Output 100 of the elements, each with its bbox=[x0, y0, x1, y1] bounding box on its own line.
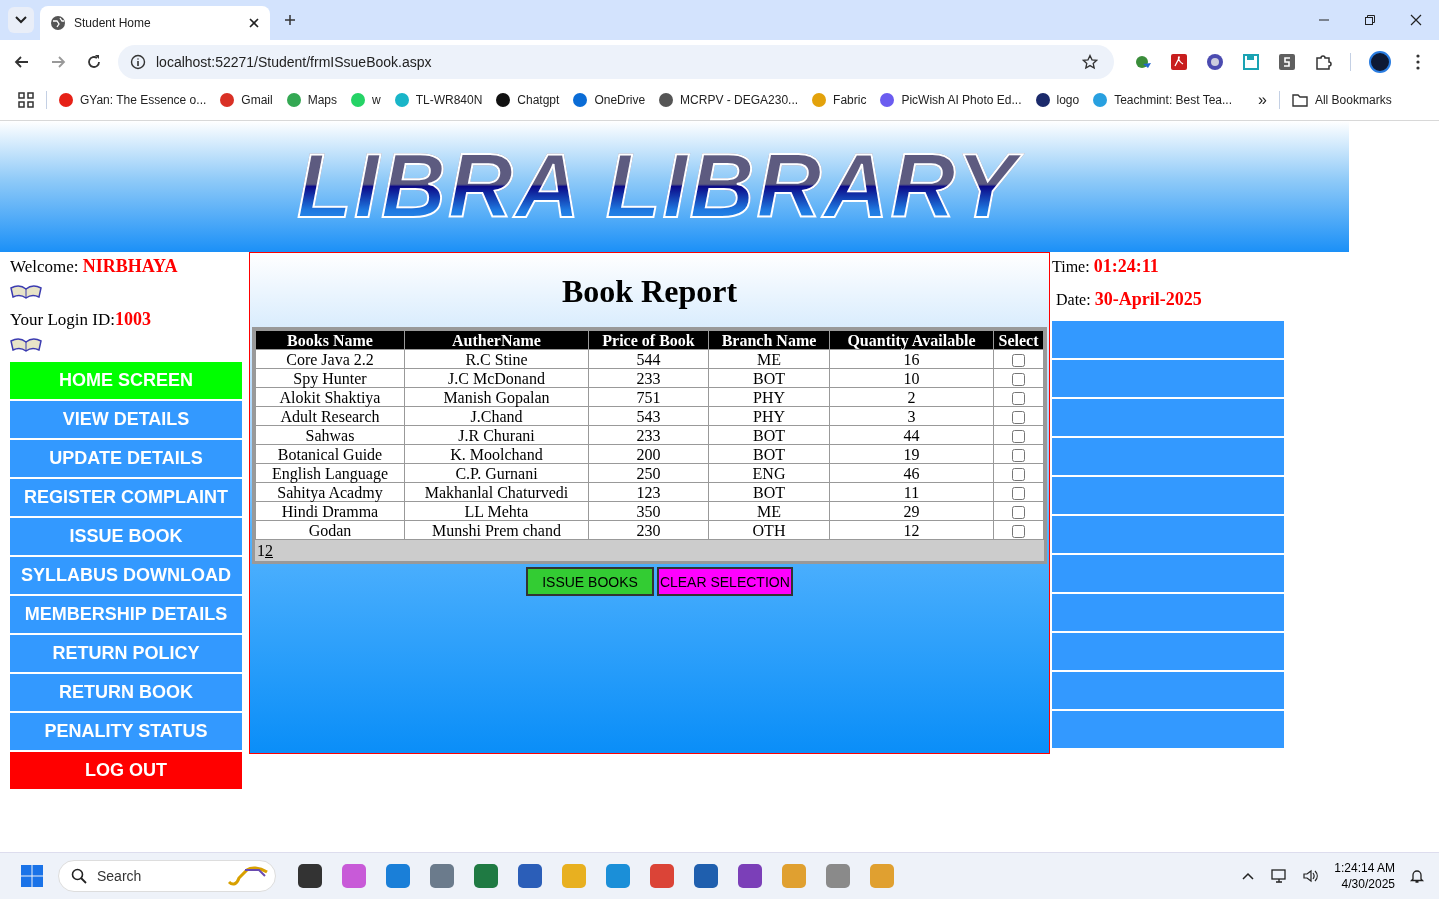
profile-avatar[interactable] bbox=[1369, 51, 1391, 73]
restore-icon[interactable] bbox=[1364, 14, 1376, 26]
site-icon bbox=[812, 93, 827, 107]
close-icon[interactable] bbox=[1410, 14, 1422, 26]
taskbar-clock[interactable]: 1:24:14 AM 4/30/2025 bbox=[1334, 860, 1395, 892]
bookmark-link[interactable]: Teachmint: Best Tea... bbox=[1093, 93, 1233, 107]
table-cell: 3 bbox=[829, 406, 994, 426]
info-icon bbox=[130, 54, 146, 70]
bookmark-link[interactable]: PicWish AI Photo Ed... bbox=[880, 93, 1022, 107]
taskbar-search-field[interactable]: Search bbox=[58, 860, 276, 892]
time-value: 01:24:11 bbox=[1093, 256, 1159, 276]
address-bar[interactable]: localhost:52271/Student/frmISsueBook.aspx bbox=[118, 45, 1114, 79]
table-cell: 10 bbox=[829, 368, 994, 388]
open-book-icon bbox=[10, 338, 42, 352]
current-page: 1 bbox=[257, 541, 265, 561]
column-header: Select bbox=[993, 330, 1044, 350]
plus-icon[interactable] bbox=[284, 14, 296, 26]
table-cell: Hindi Dramma bbox=[255, 501, 405, 521]
column-header: Price of Book bbox=[588, 330, 709, 350]
all-bookmarks-link[interactable]: All Bookmarks bbox=[1291, 92, 1392, 108]
table-cell: 46 bbox=[829, 463, 994, 483]
reload-icon[interactable] bbox=[86, 54, 102, 70]
row-checkbox[interactable] bbox=[1012, 373, 1025, 387]
column-header: Branch Name bbox=[708, 330, 830, 350]
table-cell: Alokit Shaktiya bbox=[255, 387, 405, 407]
site-icon bbox=[394, 93, 409, 107]
site-icon bbox=[880, 93, 895, 107]
report-title: Book Report bbox=[560, 272, 739, 311]
speaker-icon[interactable] bbox=[1302, 867, 1321, 885]
column-header: Books Name bbox=[255, 330, 405, 350]
star-icon[interactable] bbox=[1082, 54, 1098, 70]
table-cell: PHY bbox=[708, 406, 830, 426]
bookmark-link[interactable]: Fabric bbox=[812, 93, 867, 107]
column-header: AutherName bbox=[404, 330, 589, 350]
site-icon bbox=[1093, 93, 1108, 107]
issue-books-button[interactable]: ISSUE BOOKS bbox=[526, 567, 654, 596]
table-cell: BOT bbox=[708, 482, 830, 502]
bookmark-link[interactable]: logo bbox=[1035, 93, 1080, 107]
table-cell: Manish Gopalan bbox=[404, 387, 589, 407]
login-id-label: Your Login ID: bbox=[10, 310, 115, 329]
bell-icon[interactable] bbox=[1409, 868, 1425, 884]
table-cell: BOT bbox=[708, 425, 830, 445]
user-name: NIRBHAYA bbox=[82, 256, 178, 276]
site-icon bbox=[351, 93, 365, 107]
tab-list-button[interactable] bbox=[8, 7, 34, 33]
clear-selection-button[interactable]: CLEAR SELECTION bbox=[656, 567, 793, 596]
table-cell: ME bbox=[708, 349, 830, 369]
windows-logo-icon[interactable] bbox=[20, 864, 44, 888]
table-cell: 123 bbox=[588, 482, 709, 502]
table-cell: 233 bbox=[588, 368, 709, 388]
table-cell: 751 bbox=[588, 387, 709, 407]
table-cell: 29 bbox=[829, 501, 994, 521]
row-checkbox[interactable] bbox=[1012, 525, 1025, 539]
table-cell: Godan bbox=[255, 520, 405, 540]
puzzle-piece-icon[interactable] bbox=[1314, 53, 1332, 71]
row-checkbox[interactable] bbox=[1012, 506, 1025, 520]
time-label: Time: bbox=[1052, 258, 1090, 275]
site-icon bbox=[59, 93, 73, 107]
table-cell: Core Java 2.2 bbox=[255, 349, 405, 369]
pdf-icon[interactable] bbox=[1170, 53, 1188, 71]
table-cell: English Language bbox=[255, 463, 405, 483]
row-checkbox[interactable] bbox=[1012, 449, 1025, 463]
bookmark-link[interactable]: Maps bbox=[286, 93, 337, 107]
table-cell: 11 bbox=[829, 482, 994, 502]
letter-s-icon[interactable] bbox=[1278, 53, 1296, 71]
page-link[interactable]: 2 bbox=[265, 540, 273, 561]
bookmark-link[interactable]: TL-WR840N bbox=[394, 93, 483, 107]
forward-arrow-icon[interactable] bbox=[50, 54, 66, 70]
logout-button[interactable]: LOG OUT bbox=[10, 752, 242, 789]
bookmark-link[interactable]: Gmail bbox=[220, 93, 273, 107]
more-bookmarks-button[interactable]: » bbox=[1258, 91, 1267, 109]
table-cell: Botanical Guide bbox=[255, 444, 405, 464]
site-icon bbox=[659, 93, 674, 107]
bookmark-link[interactable]: GYan: The Essence o... bbox=[59, 93, 207, 107]
open-book-icon bbox=[10, 285, 42, 299]
back-arrow-icon[interactable] bbox=[14, 54, 30, 70]
table-cell: 44 bbox=[829, 425, 994, 445]
bookmark-link[interactable]: Chatgpt bbox=[496, 93, 560, 107]
apps-grid-icon[interactable] bbox=[18, 92, 34, 108]
table-cell: BOT bbox=[708, 444, 830, 464]
bookmark-link[interactable]: OneDrive bbox=[573, 93, 646, 107]
table-cell: 350 bbox=[588, 501, 709, 521]
bookmark-link[interactable]: w bbox=[351, 93, 381, 107]
bookmark-link[interactable]: MCRPV - DEGA230... bbox=[659, 93, 799, 107]
welcome-label: Welcome: bbox=[10, 257, 79, 276]
table-cell: 12 bbox=[829, 520, 994, 540]
row-checkbox[interactable] bbox=[1012, 468, 1025, 482]
network-icon[interactable] bbox=[1270, 867, 1289, 885]
row-checkbox[interactable] bbox=[1012, 392, 1025, 406]
table-cell: J.R Churani bbox=[404, 425, 589, 445]
row-checkbox[interactable] bbox=[1012, 487, 1025, 501]
table-cell: Sahitya Acadmy bbox=[255, 482, 405, 502]
url-text: localhost:52271/Student/frmISsueBook.aspx bbox=[156, 54, 432, 70]
table-cell: 2 bbox=[829, 387, 994, 407]
row-checkbox[interactable] bbox=[1012, 411, 1025, 425]
row-checkbox[interactable] bbox=[1012, 354, 1025, 368]
row-checkbox[interactable] bbox=[1012, 430, 1025, 444]
site-icon bbox=[1035, 93, 1050, 107]
browser-tab[interactable]: Student Home bbox=[40, 6, 270, 40]
close-icon[interactable] bbox=[248, 17, 260, 29]
